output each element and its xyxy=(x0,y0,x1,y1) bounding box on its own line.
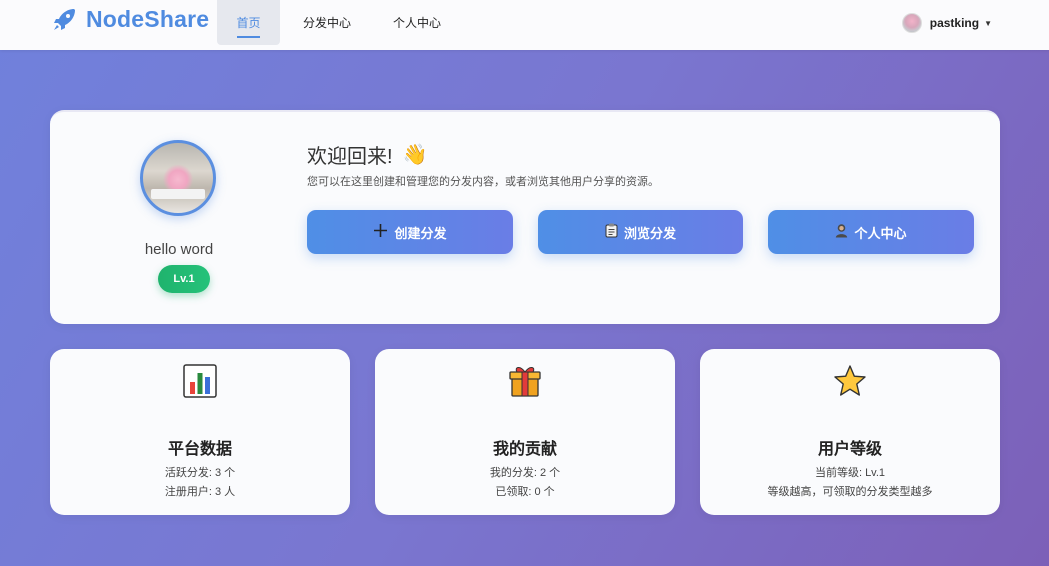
waving-hand-icon: 👋 xyxy=(402,144,428,166)
stat-title: 用户等级 xyxy=(817,441,882,458)
stat-line: 等级越高，可领取的分发类型越多 xyxy=(767,486,933,498)
stat-line: 活跃分发: 3 个 xyxy=(164,467,236,479)
stat-title: 我的贡献 xyxy=(492,441,557,458)
username: pastking xyxy=(929,16,980,30)
welcome-title-text: 欢迎回来! xyxy=(307,146,393,168)
profile-center-button[interactable]: 个人中心 xyxy=(768,210,974,254)
nav-item-label: 首页 xyxy=(236,16,261,30)
rocket-icon xyxy=(54,9,75,30)
nav-item-label: 个人中心 xyxy=(392,16,441,30)
plus-icon xyxy=(373,223,388,241)
stat-line: 注册用户: 3 人 xyxy=(164,486,236,498)
button-label: 浏览分发 xyxy=(623,225,676,241)
user-icon xyxy=(835,223,848,241)
gift-icon xyxy=(375,363,675,399)
brand-logo[interactable]: NodeShare xyxy=(52,5,209,33)
create-distribution-button[interactable]: 创建分发 xyxy=(307,210,513,254)
display-name: hello word xyxy=(144,241,214,258)
user-menu-dropdown[interactable]: pastking ▼ xyxy=(901,12,992,34)
profile-avatar xyxy=(140,140,216,216)
browse-distribution-button[interactable]: 浏览分发 xyxy=(538,210,743,254)
bar-chart-icon xyxy=(50,363,350,399)
stat-line: 当前等级: Lv.1 xyxy=(814,467,886,479)
clipboard-icon xyxy=(605,223,618,241)
brand-name: NodeShare xyxy=(86,5,210,32)
platform-data-card: 平台数据 活跃分发: 3 个 注册用户: 3 人 xyxy=(50,349,350,515)
stat-line: 已领取: 0 个 xyxy=(495,486,555,498)
nav-item-label: 分发中心 xyxy=(302,16,351,30)
welcome-title: 欢迎回来! 👋 xyxy=(307,140,427,169)
stat-line: 我的分发: 2 个 xyxy=(489,467,561,479)
welcome-subtitle: 您可以在这里创建和管理您的分发内容，或者浏览其他用户分享的资源。 xyxy=(307,176,659,188)
caret-down-icon: ▼ xyxy=(984,18,992,28)
star-icon xyxy=(700,363,1000,399)
user-level-card: 用户等级 当前等级: Lv.1 等级越高，可领取的分发类型越多 xyxy=(700,349,1000,515)
nav-item-home[interactable]: 首页 xyxy=(217,0,280,45)
nav-item-profile[interactable]: 个人中心 xyxy=(382,0,452,45)
top-navbar: NodeShare 首页 分发中心 个人中心 pastking ▼ xyxy=(0,0,1049,50)
button-label: 创建分发 xyxy=(394,225,447,241)
welcome-card: hello word Lv.1 欢迎回来! 👋 您可以在这里创建和管理您的分发内… xyxy=(50,110,1000,324)
avatar xyxy=(901,13,922,33)
button-label: 个人中心 xyxy=(854,225,907,241)
level-badge: Lv.1 xyxy=(158,265,210,293)
stat-title: 平台数据 xyxy=(167,441,232,458)
nav-item-distribution-center[interactable]: 分发中心 xyxy=(292,0,362,45)
my-contribution-card: 我的贡献 我的分发: 2 个 已领取: 0 个 xyxy=(375,349,675,515)
